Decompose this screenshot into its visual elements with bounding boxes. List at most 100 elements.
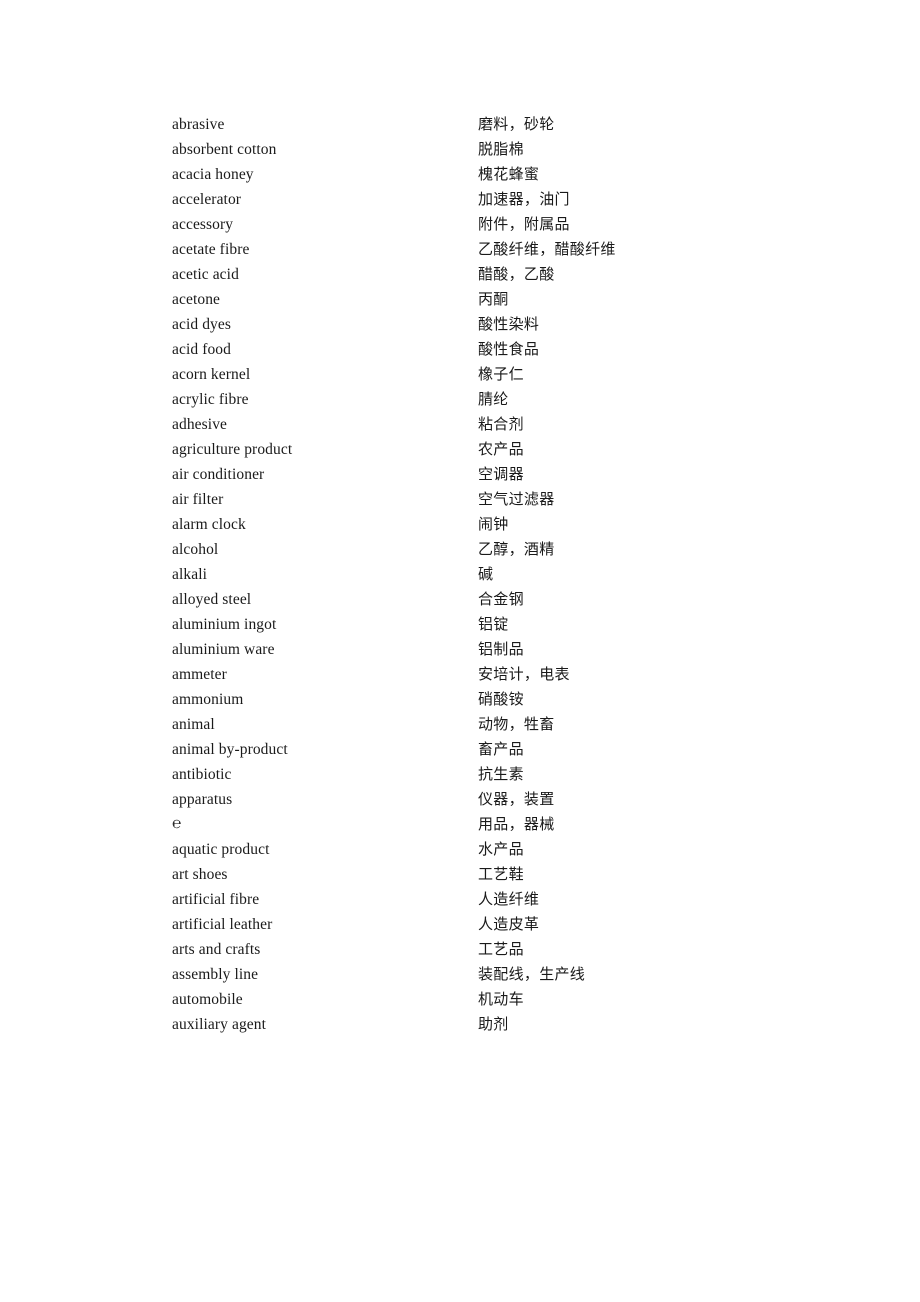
glossary-gloss: 抗生素 [478, 765, 524, 783]
glossary-gloss: 加速器，油门 [478, 190, 570, 208]
glossary-gloss: 磨料，砂轮 [478, 115, 555, 133]
glossary-row: antibiotic 抗生素 [172, 762, 792, 787]
glossary-row: acacia honey 槐花蜂蜜 [172, 162, 792, 187]
glossary-row: acetone 丙酮 [172, 287, 792, 312]
glossary-gloss: 人造纤维 [478, 890, 540, 908]
glossary-row: art shoes 工艺鞋 [172, 862, 792, 887]
glossary-gloss: 粘合剂 [478, 415, 524, 433]
glossary-term: alloyed steel [172, 591, 252, 608]
glossary-term: animal [172, 716, 215, 733]
glossary-gloss: 腈纶 [478, 390, 509, 408]
glossary-term: abrasive [172, 116, 225, 133]
glossary-term: acetate fibre [172, 241, 250, 258]
glossary-row: aquatic product 水产品 [172, 837, 792, 862]
glossary-row: artificial leather 人造皮革 [172, 912, 792, 937]
glossary-gloss: 水产品 [478, 840, 524, 858]
glossary-gloss: 酸性食品 [478, 340, 540, 358]
glossary-row: acid dyes 酸性染料 [172, 312, 792, 337]
glossary-term: artificial leather [172, 916, 273, 933]
glossary-term: aluminium ingot [172, 616, 277, 633]
glossary-row: alloyed steel 合金钢 [172, 587, 792, 612]
glossary-term: animal by-product [172, 741, 288, 758]
glossary-gloss: 动物，牲畜 [478, 715, 555, 733]
glossary-term: ammeter [172, 666, 227, 683]
glossary-gloss: 闹钟 [478, 515, 509, 533]
glossary-row: alcohol 乙醇，酒精 [172, 537, 792, 562]
glossary-row: aluminium ingot 铝锭 [172, 612, 792, 637]
glossary-row: animal by-product 畜产品 [172, 737, 792, 762]
glossary-term: antibiotic [172, 766, 232, 783]
glossary-term: accelerator [172, 191, 242, 208]
glossary-term: aluminium ware [172, 641, 275, 658]
glossary-gloss: 工艺鞋 [478, 865, 524, 883]
glossary-gloss: 乙酸纤维，醋酸纤维 [478, 240, 616, 258]
glossary-term: agriculture product [172, 441, 293, 458]
glossary-gloss: 附件，附属品 [478, 215, 570, 233]
glossary-row: agriculture product 农产品 [172, 437, 792, 462]
glossary-row: auxiliary agent 助剂 [172, 1012, 792, 1037]
glossary-gloss: 人造皮革 [478, 915, 540, 933]
glossary-row: automobile 机动车 [172, 987, 792, 1012]
glossary-gloss: 铝锭 [478, 615, 509, 633]
glossary-gloss: 仪器，装置 [478, 790, 555, 808]
glossary-term: adhesive [172, 416, 228, 433]
glossary-row: air conditioner 空调器 [172, 462, 792, 487]
glossary-gloss: 助剂 [478, 1015, 509, 1033]
glossary-row: air filter 空气过滤器 [172, 487, 792, 512]
glossary-row: ammeter 安培计，电表 [172, 662, 792, 687]
glossary-term: air conditioner [172, 466, 265, 483]
glossary-term: acacia honey [172, 166, 254, 183]
glossary-row: acid food 酸性食品 [172, 337, 792, 362]
glossary-gloss: 橡子仁 [478, 365, 524, 383]
glossary-row: assembly line 装配线，生产线 [172, 962, 792, 987]
glossary-gloss: 工艺品 [478, 940, 524, 958]
glossary-row: acetate fibre 乙酸纤维，醋酸纤维 [172, 237, 792, 262]
glossary-gloss: 装配线，生产线 [478, 965, 586, 983]
glossary-row: alarm clock 闹钟 [172, 512, 792, 537]
glossary-row: acrylic fibre 腈纶 [172, 387, 792, 412]
glossary-gloss: 用品，器械 [478, 815, 555, 833]
glossary-gloss: 安培计，电表 [478, 665, 570, 683]
glossary-row: acorn kernel 橡子仁 [172, 362, 792, 387]
glossary-term: alarm clock [172, 516, 246, 533]
glossary-term: absorbent cotton [172, 141, 277, 158]
glossary-gloss: 酸性染料 [478, 315, 540, 333]
glossary-row: arts and crafts 工艺品 [172, 937, 792, 962]
glossary-row: abrasive 磨料，砂轮 [172, 112, 792, 137]
glossary-gloss: 农产品 [478, 440, 524, 458]
glossary-table: abrasive 磨料，砂轮 absorbent cotton 脱脂棉 acacia h… [172, 112, 792, 1037]
glossary-gloss: 槐花蜂蜜 [478, 165, 540, 183]
glossary-gloss: 空气过滤器 [478, 490, 555, 508]
glossary-term: accessory [172, 216, 234, 233]
glossary-term: artificial fibre [172, 891, 260, 908]
glossary-term: arts and crafts [172, 941, 261, 958]
glossary-gloss: 机动车 [478, 990, 524, 1008]
glossary-body: abrasive 磨料，砂轮 absorbent cotton 脱脂棉 acacia h… [172, 112, 792, 1037]
glossary-term: automobile [172, 991, 243, 1008]
glossary-row: accelerator 加速器，油门 [172, 187, 792, 212]
glossary-gloss: 铝制品 [478, 640, 524, 658]
glossary-gloss: 合金钢 [478, 590, 524, 608]
glossary-row: artificial fibre 人造纤维 [172, 887, 792, 912]
glossary-row: alkali 碱 [172, 562, 792, 587]
glossary-term: acid dyes [172, 316, 232, 333]
glossary-term: aquatic product [172, 841, 270, 858]
glossary-term: acid food [172, 341, 232, 358]
glossary-gloss: 脱脂棉 [478, 140, 524, 158]
glossary-term: alkali [172, 566, 208, 583]
glossary-gloss: 畜产品 [478, 740, 524, 758]
glossary-term: acetic acid [172, 266, 239, 283]
glossary-gloss: 空调器 [478, 465, 524, 483]
document-page: abrasive 磨料，砂轮 absorbent cotton 脱脂棉 acacia h… [0, 0, 920, 1302]
glossary-row: acetic acid 醋酸，乙酸 [172, 262, 792, 287]
glossary-gloss: 硝酸铵 [478, 690, 524, 708]
glossary-row: ammonium 硝酸铵 [172, 687, 792, 712]
glossary-gloss: 乙醇，酒精 [478, 540, 555, 558]
glossary-term: acorn kernel [172, 366, 251, 383]
glossary-term: acrylic fibre [172, 391, 249, 408]
glossary-term: assembly line [172, 966, 259, 983]
glossary-row: aluminium ware 铝制品 [172, 637, 792, 662]
glossary-term: ammonium [172, 691, 244, 708]
glossary-term: apparatus [172, 791, 233, 808]
glossary-row: accessory 附件，附属品 [172, 212, 792, 237]
